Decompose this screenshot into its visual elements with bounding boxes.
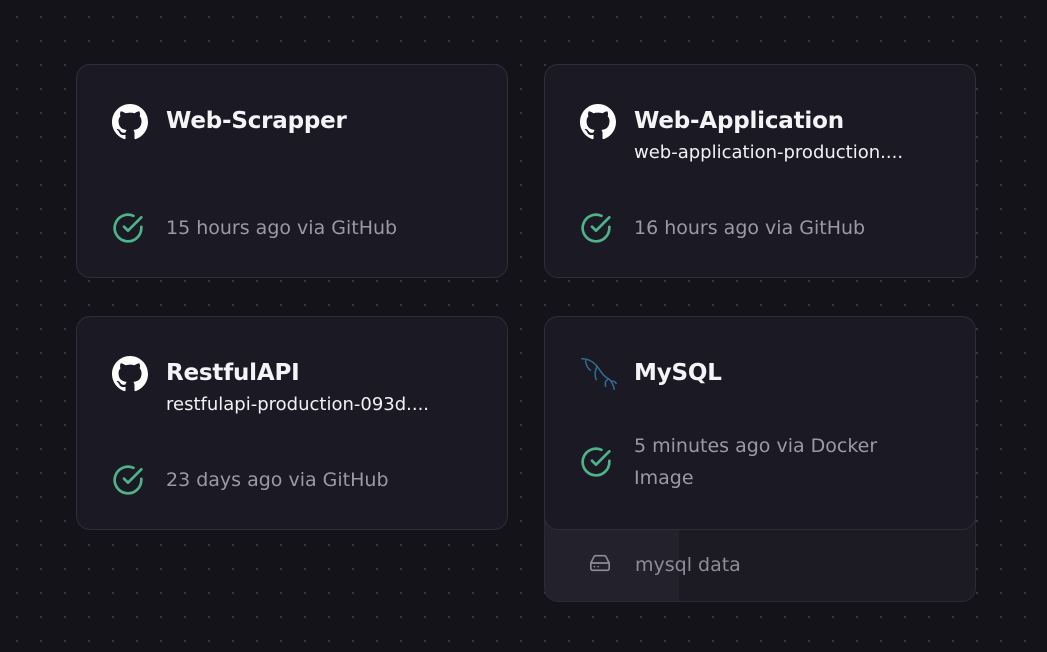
service-card-mysql[interactable]: MySQL 5 minutes ago via Docker Image xyxy=(544,316,976,530)
service-card-web-application[interactable]: Web-Application web-application-producti… xyxy=(544,64,976,278)
deploy-status: 23 days ago via GitHub xyxy=(166,469,389,491)
github-icon xyxy=(580,103,634,141)
service-card-web-scrapper[interactable]: Web-Scrapper 15 hours ago via GitHub xyxy=(76,64,508,278)
service-name: MySQL xyxy=(634,360,722,386)
check-circle-icon xyxy=(580,212,634,244)
service-name: Web-Scrapper xyxy=(166,108,347,134)
service-url[interactable]: web-application-production.... xyxy=(634,140,903,166)
github-icon xyxy=(112,103,166,141)
check-circle-icon xyxy=(580,446,634,478)
service-url[interactable]: restfulapi-production-093d.... xyxy=(166,392,429,418)
deploy-status-line2: Image xyxy=(634,467,694,489)
hard-drive-icon xyxy=(587,552,613,578)
mysql-dolphin-icon xyxy=(580,355,634,393)
service-name: RestfulAPI xyxy=(166,360,300,386)
github-icon xyxy=(112,355,166,393)
volume-label: mysql data xyxy=(635,554,741,576)
deploy-status-line1: 5 minutes ago via Docker xyxy=(634,435,878,457)
check-circle-icon xyxy=(112,464,166,496)
service-name: Web-Application xyxy=(634,108,844,134)
deploy-status: 16 hours ago via GitHub xyxy=(634,217,866,239)
service-card-restfulapi[interactable]: RestfulAPI restfulapi-production-093d...… xyxy=(76,316,508,530)
check-circle-icon xyxy=(112,212,166,244)
deploy-status: 15 hours ago via GitHub xyxy=(166,217,398,239)
